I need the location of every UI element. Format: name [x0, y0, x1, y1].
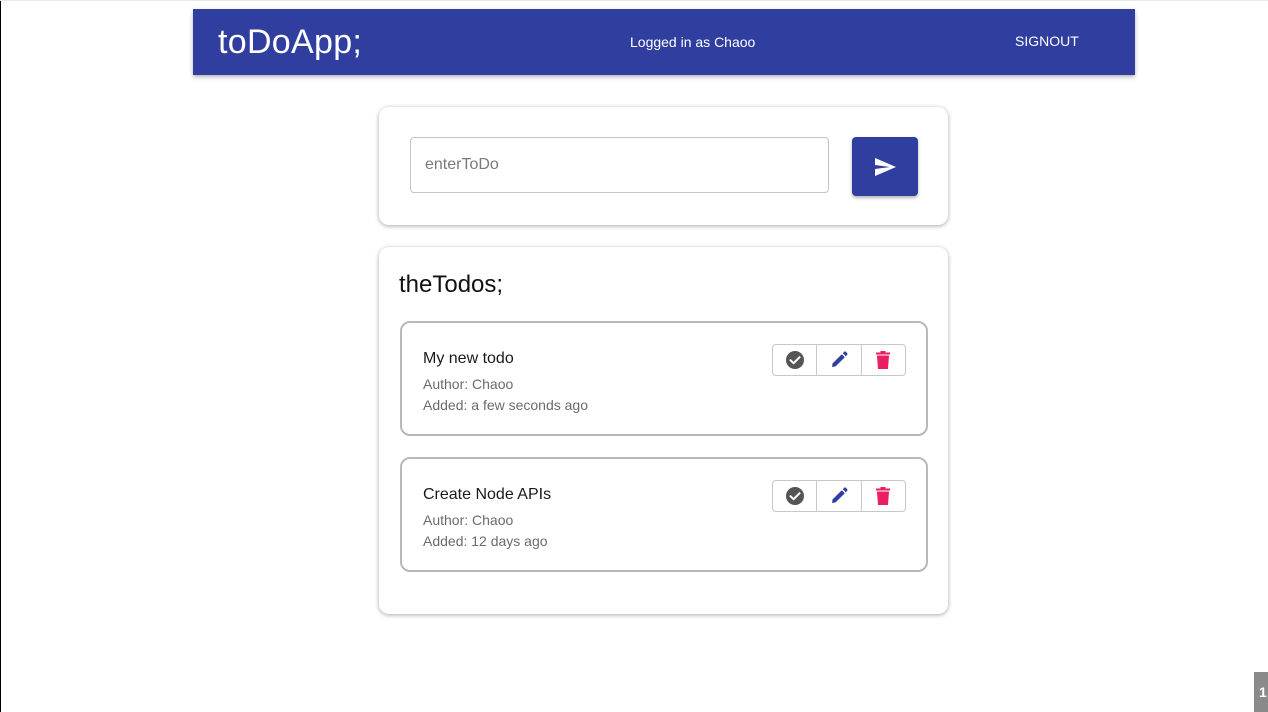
- todo-list-card: theTodos; My new todo Author: Chaoo Adde…: [379, 247, 948, 614]
- todo-text: Create Node APIs: [423, 486, 552, 503]
- app-bar: toDoApp; Logged in as Chaoo SIGNOUT: [193, 9, 1135, 75]
- check-circle-icon: [785, 486, 805, 506]
- page: toDoApp; Logged in as Chaoo SIGNOUT theT…: [0, 0, 1268, 712]
- todo-composer-card: [379, 107, 948, 225]
- edit-button[interactable]: [816, 345, 860, 375]
- list-title: theTodos;: [399, 271, 504, 298]
- complete-button[interactable]: [773, 481, 816, 511]
- edit-button[interactable]: [816, 481, 860, 511]
- delete-button[interactable]: [860, 345, 905, 375]
- check-circle-icon: [785, 350, 805, 370]
- pencil-icon: [830, 351, 848, 369]
- corner-badge: 1: [1254, 672, 1268, 712]
- todo-actions: [772, 344, 906, 376]
- todo-actions: [772, 480, 906, 512]
- pencil-icon: [830, 487, 848, 505]
- todo-item: Create Node APIs Author: Chaoo Added: 12…: [400, 457, 928, 572]
- complete-button[interactable]: [773, 345, 816, 375]
- trash-icon: [876, 487, 891, 505]
- todo-text: My new todo: [423, 350, 514, 367]
- todo-added: Added: a few seconds ago: [423, 397, 589, 413]
- delete-button[interactable]: [860, 481, 905, 511]
- brand-title: toDoApp;: [218, 23, 363, 61]
- send-icon: [874, 157, 896, 176]
- todo-author: Author: Chaoo: [423, 376, 514, 392]
- todo-input[interactable]: [410, 137, 829, 193]
- todo-author: Author: Chaoo: [423, 512, 514, 528]
- send-button[interactable]: [852, 137, 918, 196]
- window-edge: [0, 0, 1, 712]
- window-top-border: [0, 0, 1268, 1]
- logged-in-status: Logged in as Chaoo: [630, 34, 756, 50]
- trash-icon: [876, 351, 891, 369]
- todo-added: Added: 12 days ago: [423, 533, 548, 549]
- todo-item: My new todo Author: Chaoo Added: a few s…: [400, 321, 928, 436]
- signout-button[interactable]: SIGNOUT: [1015, 33, 1079, 49]
